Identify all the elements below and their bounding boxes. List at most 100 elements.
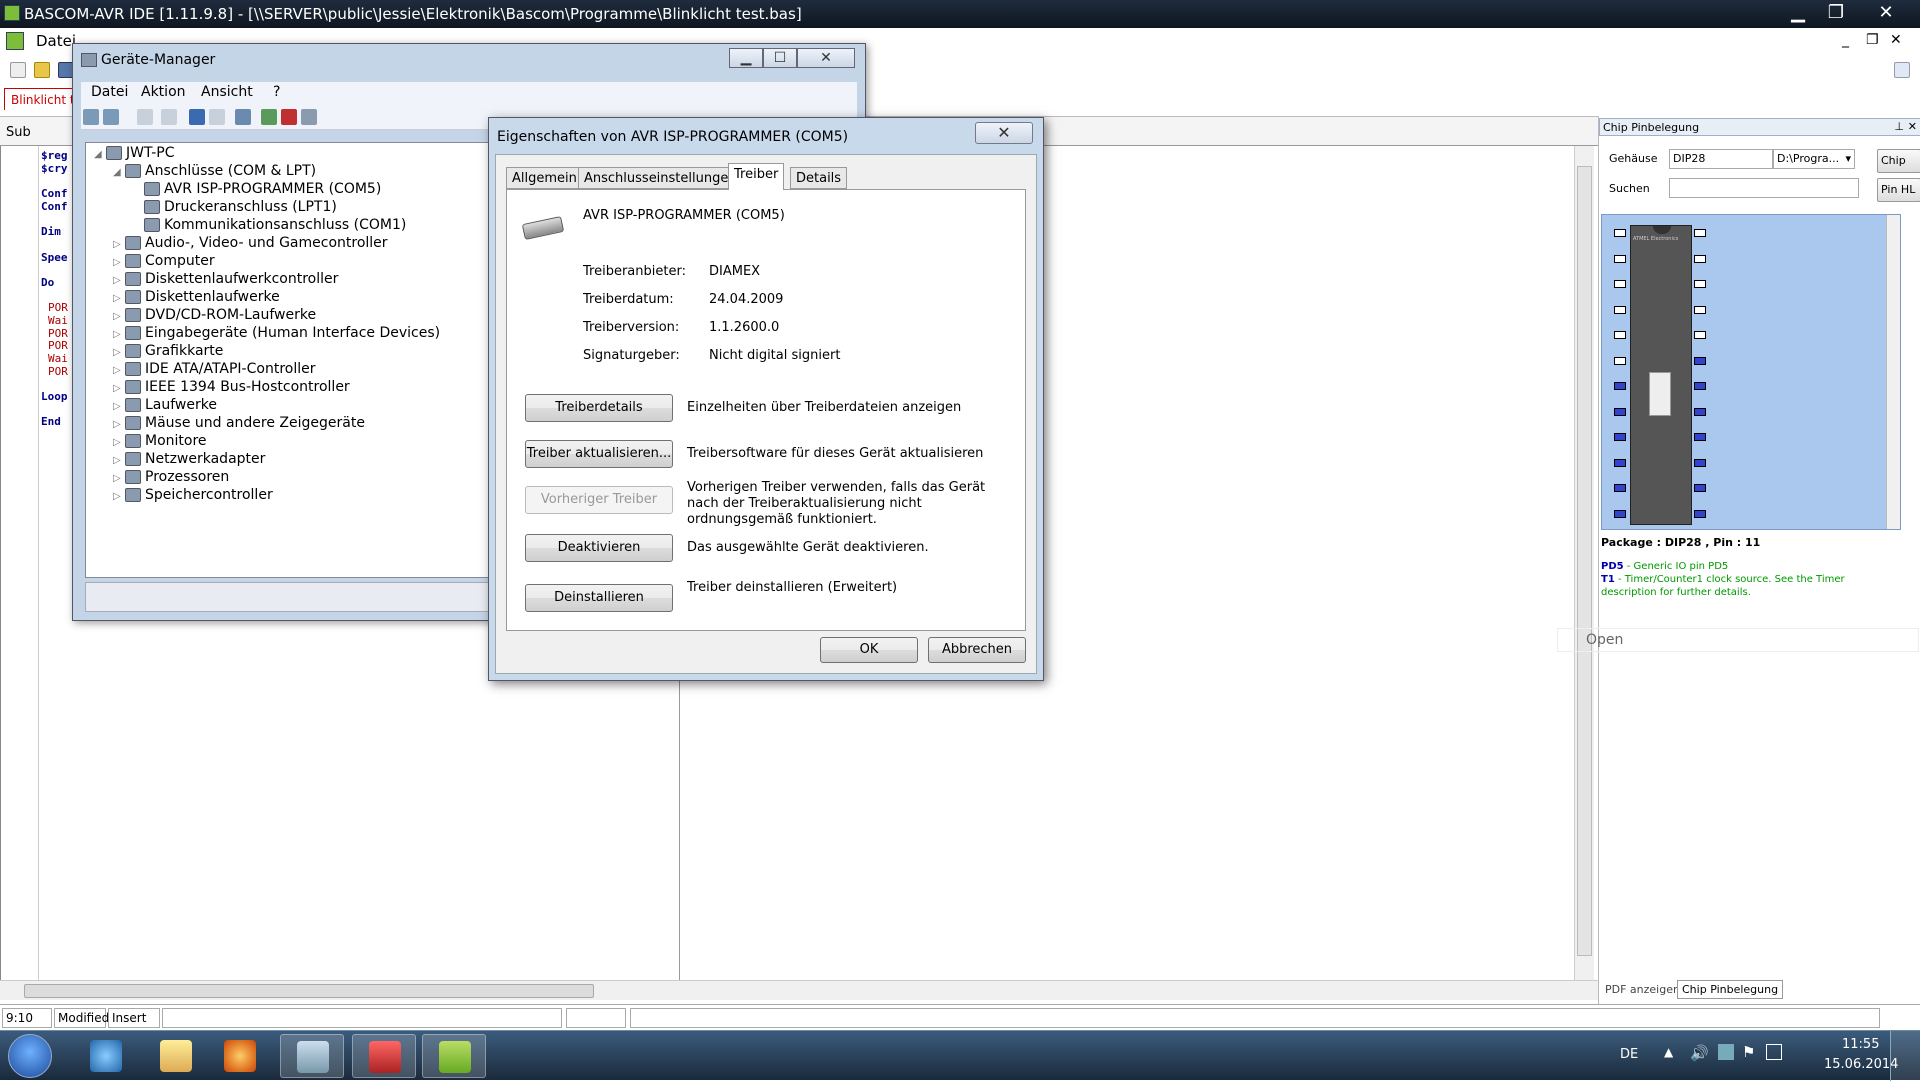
code-line[interactable]: Wai: [41, 314, 68, 328]
expand-arrow-icon[interactable]: ▷: [113, 347, 125, 358]
tab-treiber[interactable]: Treiber: [728, 163, 785, 190]
chip-diagram[interactable]: ATMEL Electronics: [1601, 214, 1901, 530]
dm-minimize-button[interactable]: ▁: [729, 48, 763, 68]
tree-node[interactable]: ◢ JWT-PC: [94, 145, 175, 165]
chip-pin-left[interactable]: [1614, 305, 1626, 314]
expand-arrow-icon[interactable]: ▷: [113, 437, 125, 448]
expand-arrow-icon[interactable]: ▷: [113, 473, 125, 484]
action-center-flag-icon[interactable]: ⚑: [1742, 1043, 1755, 1061]
tree-node[interactable]: ▷ Computer: [113, 253, 215, 273]
maximize-button[interactable]: ❐: [1818, 0, 1854, 26]
chip-pin-left[interactable]: [1614, 458, 1626, 467]
tree-node[interactable]: ▷ Netzwerkadapter: [113, 451, 265, 471]
taskbar-firefox[interactable]: [208, 1034, 272, 1078]
expand-arrow-icon[interactable]: ▷: [113, 311, 125, 322]
menu-datei[interactable]: Datei: [36, 32, 76, 50]
doc-minimize-icon[interactable]: _: [1842, 32, 1849, 48]
chip-pin-right[interactable]: [1694, 509, 1706, 518]
dm-menu-datei[interactable]: Datei: [91, 84, 128, 100]
code-line[interactable]: Wai: [41, 352, 68, 366]
language-indicator[interactable]: DE: [1620, 1047, 1638, 1062]
panel-toggle-icon[interactable]: [1894, 62, 1910, 78]
chip-pin-right[interactable]: [1694, 356, 1706, 365]
tab-allgemein[interactable]: Allgemein: [506, 167, 583, 189]
sub-label[interactable]: Sub: [6, 125, 31, 140]
show-desktop-button[interactable]: [1890, 1031, 1920, 1081]
pin-icon[interactable]: ⊥: [1894, 120, 1904, 133]
dm-menu-help[interactable]: ?: [273, 84, 280, 100]
code-line[interactable]: End: [41, 416, 68, 429]
horizontal-scrollbar[interactable]: [0, 980, 1598, 1000]
view-icon[interactable]: [137, 109, 153, 125]
chip-pin-right[interactable]: [1694, 280, 1706, 288]
tree-node[interactable]: ▷ IEEE 1394 Bus-Hostcontroller: [113, 379, 350, 399]
tree-node[interactable]: AVR ISP-PROGRAMMER (COM5): [132, 181, 381, 201]
code-line[interactable]: $cry: [41, 162, 68, 176]
code-line[interactable]: Conf: [41, 200, 68, 214]
properties-close-button[interactable]: ✕: [975, 122, 1033, 144]
chip-pin-left[interactable]: [1614, 254, 1626, 263]
open-folder-icon[interactable]: [34, 62, 50, 78]
expand-arrow-icon[interactable]: ▷: [113, 365, 125, 376]
tree-node[interactable]: ▷ IDE ATA/ATAPI-Controller: [113, 361, 315, 381]
taskbar-bascom[interactable]: [422, 1034, 486, 1078]
forward-icon[interactable]: [103, 109, 119, 125]
chip-pin-right[interactable]: [1694, 229, 1706, 237]
dm-menu-ansicht[interactable]: Ansicht: [201, 84, 253, 100]
help-icon[interactable]: [189, 109, 205, 125]
tab-chip-pinbelegung[interactable]: Chip Pinbelegung: [1677, 980, 1784, 999]
treiber-aktualisieren-button[interactable]: Treiber aktualisieren...: [525, 440, 673, 468]
expand-arrow-icon[interactable]: ▷: [113, 401, 125, 412]
taskbar-ie[interactable]: [74, 1034, 138, 1078]
network-icon[interactable]: [1718, 1044, 1734, 1060]
tree-node[interactable]: ◢ Anschlüsse (COM & LPT): [113, 163, 316, 183]
code-line[interactable]: $reg: [41, 149, 68, 163]
tree-node[interactable]: Kommunikationsanschluss (COM1): [132, 217, 406, 237]
chip-pin-left[interactable]: [1614, 356, 1626, 365]
tab-pdf-anzeigen[interactable]: PDF anzeigen: [1605, 983, 1680, 996]
collapse-arrow-icon[interactable]: ◢: [113, 167, 125, 178]
dm-menu-aktion[interactable]: Aktion: [141, 84, 186, 100]
dm-maximize-button[interactable]: ☐: [763, 48, 797, 68]
new-file-icon[interactable]: [10, 62, 26, 78]
update-driver-icon[interactable]: [261, 109, 277, 125]
chip-pin-right[interactable]: [1694, 484, 1706, 492]
expand-arrow-icon[interactable]: ▷: [113, 329, 125, 340]
collapse-arrow-icon[interactable]: ◢: [94, 149, 106, 160]
chip-scrollbar[interactable]: [1886, 215, 1900, 529]
chip-pin-left[interactable]: [1614, 331, 1626, 339]
hscroll-thumb[interactable]: [24, 984, 594, 998]
code-line[interactable]: POR: [41, 365, 68, 379]
tab-anschlusseinstellungen[interactable]: Anschlusseinstellungen: [578, 167, 743, 189]
chip-pin-right[interactable]: [1694, 458, 1706, 467]
chip-pin-left[interactable]: [1614, 280, 1626, 288]
taskbar-explorer[interactable]: [144, 1034, 208, 1078]
clock-time[interactable]: 11:55: [1842, 1037, 1879, 1052]
tree-node[interactable]: ▷ Laufwerke: [113, 397, 217, 417]
scroll-thumb[interactable]: [1577, 166, 1592, 956]
expand-arrow-icon[interactable]: ▷: [113, 239, 125, 250]
abbrechen-button[interactable]: Abbrechen: [928, 637, 1026, 663]
chip-pin-left[interactable]: [1614, 382, 1626, 390]
code-line[interactable]: Loop: [41, 390, 68, 404]
doc-restore-icon[interactable]: ❐: [1866, 32, 1879, 48]
volume-icon[interactable]: 🔊: [1690, 1044, 1709, 1062]
minimize-button[interactable]: ▁: [1780, 0, 1816, 26]
tree-node[interactable]: ▷ Prozessoren: [113, 469, 229, 489]
chip-pin-left[interactable]: [1614, 433, 1626, 441]
tree-node[interactable]: ▷ Speichercontroller: [113, 487, 273, 507]
clock-date[interactable]: 15.06.2014: [1824, 1057, 1898, 1072]
tray-expand-icon[interactable]: ▲: [1664, 1045, 1673, 1059]
chip-pin-right[interactable]: [1694, 407, 1706, 416]
chip-pin-right[interactable]: [1694, 382, 1706, 390]
doc-close-icon[interactable]: ✕: [1890, 32, 1902, 48]
expand-arrow-icon[interactable]: ▷: [113, 455, 125, 466]
code-line[interactable]: Dim: [41, 225, 68, 239]
ok-button[interactable]: OK: [820, 637, 918, 663]
code-line[interactable]: Do: [41, 276, 68, 290]
expand-arrow-icon[interactable]: ▷: [113, 293, 125, 304]
expand-arrow-icon[interactable]: ▷: [113, 383, 125, 394]
scan-hardware-icon[interactable]: [235, 109, 251, 125]
show-hide-icon[interactable]: [209, 109, 225, 125]
code-line[interactable]: Conf: [41, 187, 68, 201]
